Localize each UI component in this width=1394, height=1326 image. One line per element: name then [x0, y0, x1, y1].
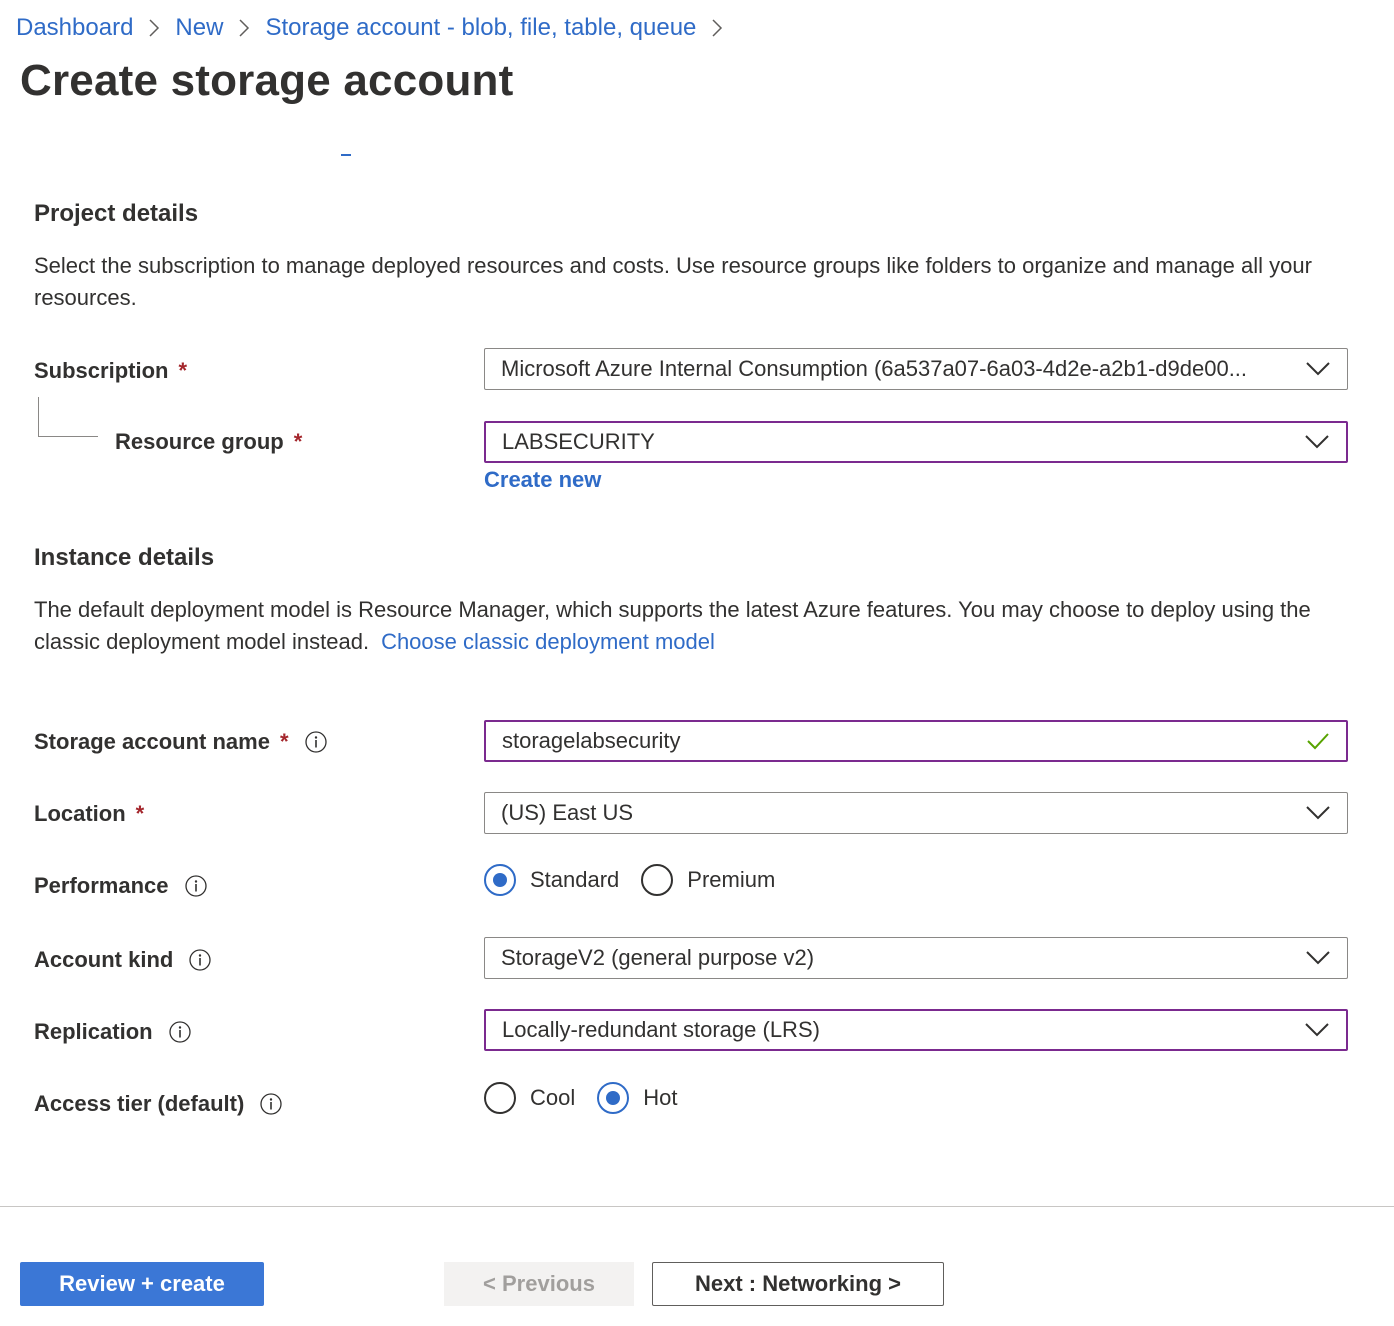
account-kind-label: Account kind — [34, 944, 211, 976]
chevron-right-icon — [223, 18, 265, 38]
previous-button[interactable]: < Previous — [444, 1262, 634, 1306]
next-networking-button[interactable]: Next : Networking > — [652, 1262, 944, 1306]
info-icon[interactable] — [260, 1093, 282, 1115]
required-marker: * — [135, 801, 145, 826]
required-marker: * — [279, 729, 289, 754]
performance-premium-label: Premium — [687, 867, 776, 892]
location-label: Location * — [34, 798, 144, 830]
location-dropdown[interactable]: (US) East US — [484, 792, 1348, 834]
access-tier-cool-label: Cool — [530, 1085, 576, 1110]
performance-standard-label: Standard — [530, 867, 620, 892]
access-tier-label: Access tier (default) — [34, 1088, 282, 1120]
storage-account-name-input[interactable]: storagelabsecurity — [484, 720, 1348, 762]
account-kind-value: StorageV2 (general purpose v2) — [501, 945, 815, 970]
breadcrumb-new[interactable]: New — [175, 14, 223, 42]
radio-selected — [484, 864, 516, 896]
storage-account-name-label-text: Storage account name — [34, 729, 270, 754]
performance-premium-radio[interactable]: Premium — [641, 864, 775, 896]
chevron-right-icon — [133, 18, 175, 38]
replication-label-text: Replication — [34, 1019, 153, 1044]
access-tier-hot-label: Hot — [643, 1085, 678, 1110]
performance-radio-group: Standard Premium — [484, 860, 797, 900]
subscription-label-text: Subscription — [34, 358, 169, 383]
resource-group-value: LABSECURITY — [502, 429, 655, 454]
instance-details-title: Instance details — [34, 544, 215, 571]
radio-unselected — [641, 864, 674, 896]
chevron-down-icon — [1305, 435, 1329, 449]
chevron-down-icon — [1306, 951, 1330, 965]
checkmark-icon — [1307, 733, 1329, 750]
chevron-down-icon — [1306, 362, 1330, 376]
performance-label: Performance — [34, 870, 207, 902]
subscription-value: Microsoft Azure Internal Consumption (6a… — [501, 356, 1248, 381]
account-kind-dropdown[interactable]: StorageV2 (general purpose v2) — [484, 937, 1348, 979]
performance-standard-radio[interactable]: Standard — [484, 864, 619, 896]
resource-group-label: Resource group * — [115, 426, 302, 458]
radio-unselected — [484, 1082, 516, 1114]
location-label-text: Location — [34, 801, 126, 826]
chevron-right-icon — [696, 18, 738, 38]
tree-connector — [38, 397, 98, 437]
access-tier-label-text: Access tier (default) — [34, 1091, 245, 1116]
breadcrumb: Dashboard New Storage account - blob, fi… — [16, 10, 738, 46]
breadcrumb-storage-account[interactable]: Storage account - blob, file, table, que… — [265, 14, 696, 42]
replication-dropdown[interactable]: Locally-redundant storage (LRS) — [484, 1009, 1348, 1051]
subscription-dropdown[interactable]: Microsoft Azure Internal Consumption (6a… — [484, 348, 1348, 390]
location-value: (US) East US — [501, 800, 634, 825]
account-kind-label-text: Account kind — [34, 947, 174, 972]
storage-account-name-value: storagelabsecurity — [502, 728, 681, 753]
resource-group-dropdown[interactable]: LABSECURITY — [484, 421, 1348, 463]
instance-details-description: The default deployment model is Resource… — [34, 594, 1354, 658]
project-details-description: Select the subscription to manage deploy… — [34, 253, 1312, 310]
project-details-title: Project details — [34, 200, 199, 227]
breadcrumb-dashboard[interactable]: Dashboard — [16, 14, 133, 42]
performance-label-text: Performance — [34, 873, 169, 898]
access-tier-cool-radio[interactable]: Cool — [484, 1082, 575, 1114]
info-icon[interactable] — [168, 1021, 191, 1043]
review-create-button[interactable]: Review + create — [20, 1262, 264, 1306]
storage-account-name-label: Storage account name * — [34, 726, 327, 758]
create-new-link[interactable]: Create new — [484, 467, 601, 493]
chevron-down-icon — [1305, 1023, 1329, 1037]
chevron-down-icon — [1306, 806, 1330, 820]
required-marker: * — [178, 358, 188, 383]
required-marker: * — [293, 429, 303, 454]
replication-label: Replication — [34, 1016, 191, 1048]
info-icon[interactable] — [184, 875, 207, 897]
classic-deployment-link[interactable]: Choose classic deployment model — [381, 629, 715, 654]
info-icon[interactable] — [189, 949, 211, 971]
tab-underline — [341, 154, 351, 156]
page-title: Create storage account — [20, 56, 514, 105]
replication-value: Locally-redundant storage (LRS) — [502, 1017, 820, 1042]
access-tier-radio-group: Cool Hot — [484, 1078, 700, 1118]
subscription-label: Subscription * — [34, 355, 187, 387]
access-tier-hot-radio[interactable]: Hot — [597, 1082, 678, 1114]
radio-selected — [597, 1082, 630, 1114]
info-icon[interactable] — [304, 731, 327, 753]
resource-group-label-text: Resource group — [115, 429, 284, 454]
